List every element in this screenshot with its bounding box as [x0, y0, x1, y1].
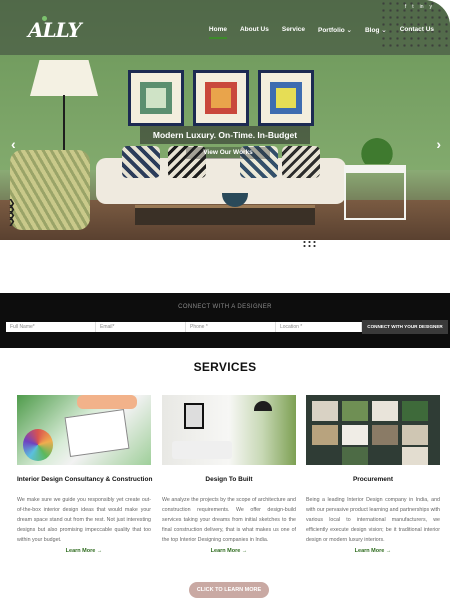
image-detail	[342, 401, 368, 421]
nav-contact[interactable]: Contact Us	[400, 26, 434, 34]
service-text-consultancy: We make sure we guide you responsibly ye…	[17, 497, 151, 543]
page: ❯ ❯ ❯ ❯ Modern Luxury. On-Time. In-Budget V…	[0, 0, 450, 600]
slider-prev-icon[interactable]: ‹	[11, 136, 16, 152]
hero-title: Modern Luxury. On-Time. In-Budget	[140, 126, 310, 144]
image-detail	[402, 425, 428, 445]
header: ALLY f t in y Home About Us Service Port…	[0, 0, 450, 55]
logo-dot	[42, 16, 47, 21]
nav-blog[interactable]: Blog ⌄	[365, 26, 387, 34]
social-links: f t in y	[405, 4, 432, 10]
service-image-procurement	[306, 395, 440, 465]
nav-about[interactable]: About Us	[240, 26, 269, 34]
coffee-table	[135, 205, 315, 225]
connect-title: CONNECT WITH A DESIGNER	[178, 304, 272, 310]
image-detail	[172, 441, 232, 459]
nav-service[interactable]: Service	[282, 26, 305, 34]
full-name-field[interactable]: Full Name*	[6, 322, 96, 332]
nav-home[interactable]: Home	[208, 26, 228, 39]
image-detail	[372, 425, 398, 445]
wall-art-2	[193, 70, 249, 126]
image-detail	[402, 447, 428, 465]
image-detail	[402, 401, 428, 421]
service-title-procurement: Procurement	[352, 476, 394, 483]
slider-next-icon[interactable]: ›	[436, 136, 441, 152]
logo-text: ALLY	[28, 18, 82, 42]
slider-dots-indicator[interactable]	[302, 240, 318, 248]
pillow	[122, 146, 160, 178]
click-to-learn-more-button[interactable]: CLICK TO LEARN MORE	[189, 582, 269, 598]
nav-portfolio[interactable]: Portfolio ⌄	[318, 26, 352, 34]
wall-art-1	[128, 70, 184, 126]
image-detail	[64, 409, 130, 457]
pillow	[282, 146, 320, 178]
image-detail	[184, 403, 204, 429]
main-nav: Home About Us Service Portfolio ⌄ Blog ⌄…	[208, 26, 434, 39]
wall-art-3	[258, 70, 314, 126]
image-detail	[23, 429, 53, 461]
location-field[interactable]: Location *	[276, 322, 362, 332]
service-image-consultancy	[17, 395, 151, 465]
chevron-decoration-icon: ❯ ❯ ❯ ❯	[8, 198, 16, 226]
image-detail	[312, 401, 338, 421]
service-image-design-built	[162, 395, 296, 465]
service-title-design-built: Design To Built	[205, 476, 253, 483]
image-detail	[312, 425, 338, 445]
floor-lamp-shade	[30, 60, 98, 96]
facebook-icon[interactable]: f	[405, 4, 406, 10]
service-text-design-built: We analyze the projects by the scope of …	[162, 497, 296, 543]
image-detail	[77, 395, 137, 409]
twitter-icon[interactable]: t	[412, 4, 413, 10]
service-text-procurement: Being a leading Interior Design company …	[306, 497, 440, 543]
image-detail	[254, 401, 272, 411]
view-works-link[interactable]: View Our Works	[186, 147, 270, 159]
email-field[interactable]: Email*	[96, 322, 186, 332]
services-heading: SERVICES	[193, 360, 257, 374]
youtube-icon[interactable]: y	[430, 4, 433, 10]
logo[interactable]: ALLY	[28, 16, 82, 42]
hero-slider: ❯ ❯ ❯ ❯ Modern Luxury. On-Time. In-Budget V…	[0, 0, 450, 240]
image-detail	[342, 425, 368, 445]
image-detail	[342, 447, 368, 465]
side-table	[344, 165, 406, 220]
learn-more-procurement-link[interactable]: Learn More →	[306, 548, 440, 554]
armchair	[10, 150, 90, 230]
image-detail	[372, 401, 398, 421]
phone-field[interactable]: Phone *	[186, 322, 276, 332]
learn-more-design-built-link[interactable]: Learn More →	[162, 548, 296, 554]
connect-designer-button[interactable]: CONNECT WITH YOUR DESIGNER	[362, 320, 448, 334]
linkedin-icon[interactable]: in	[420, 4, 424, 10]
service-title-consultancy: Interior Design Consultancy & Constructi…	[17, 476, 153, 483]
learn-more-consultancy-link[interactable]: Learn More →	[17, 548, 151, 554]
plant	[352, 130, 402, 164]
